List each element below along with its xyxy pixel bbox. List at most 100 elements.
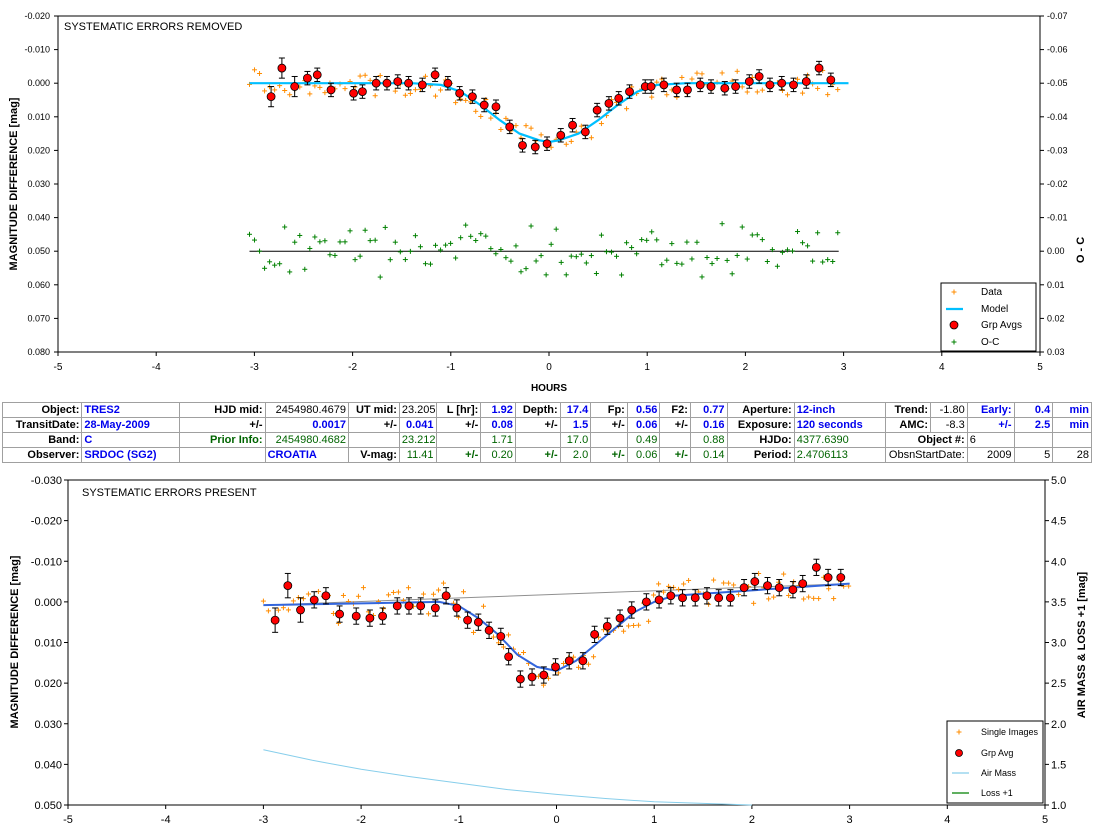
fp-err-value: 0.06 <box>626 417 661 433</box>
y-tick-label: -0.010 <box>24 45 50 55</box>
hjdmid-label: HJD mid: <box>179 402 266 418</box>
x-tick-label: 4 <box>939 362 945 373</box>
x-tick-label: -3 <box>259 814 269 826</box>
amc-value: -8.3 <box>930 417 968 433</box>
y2-tick-label: 0.03 <box>1047 347 1065 357</box>
chart-systematic-errors-removed: -0.020 -0.010 0.000 0.010 0.020 0.03 0 0.040 0.0… <box>8 11 1087 394</box>
y-tick-label: 0.070 <box>27 313 50 323</box>
transit-value: 28-May-2009 <box>81 417 181 433</box>
early-err-unit: min <box>1052 417 1092 433</box>
x-tick-label: -2 <box>356 814 366 826</box>
x-tick-label: -1 <box>446 362 455 373</box>
l-label: L [hr]: <box>435 402 482 418</box>
legend-grp-label: Grp Avgs <box>981 320 1022 331</box>
hjdo-label: HJDo: <box>726 432 795 448</box>
l-err-label: +/- <box>435 417 482 433</box>
y-tick-label: 0.010 <box>27 112 50 122</box>
early-unit: min <box>1052 402 1092 418</box>
amc-label: AMC: <box>885 417 932 433</box>
hjd-err-value: 0.0017 <box>264 417 350 433</box>
y-tick-label: 0.060 <box>27 280 50 290</box>
fp-err-label: +/- <box>590 417 628 433</box>
y2-tick-label: 0.00 <box>1047 246 1065 256</box>
chart-title: SYSTEMATIC ERRORS REMOVED <box>64 21 242 33</box>
f2-err-value: 0.16 <box>689 417 728 433</box>
y2-tick-label: -0.06 <box>1047 45 1068 55</box>
x-tick-label: 1 <box>651 814 657 826</box>
aperture-value: 12-inch <box>793 402 887 418</box>
aperture-label: Aperture: <box>726 402 795 418</box>
band-label: Band: <box>1 432 83 448</box>
x-tick-label: -5 <box>54 362 63 373</box>
y2-axis-label: AIR MASS & LOSS +1 [mag] <box>1076 571 1088 718</box>
x-tick-label: 0 <box>546 362 552 373</box>
empty-cell <box>659 432 691 448</box>
y2-axis-label: O - C <box>1075 237 1087 263</box>
x-tick-label: 0 <box>553 814 559 826</box>
y-tick-label: -0.020 <box>31 516 62 528</box>
y-tick-label: 0.010 <box>34 638 62 650</box>
y-tick-label: -0.010 <box>31 556 62 568</box>
y2-tick-label: -0.07 <box>1047 11 1068 21</box>
y2-tick-label: 3.5 <box>1051 597 1066 609</box>
y2-tick-label: 4.0 <box>1051 556 1066 568</box>
trend-value: -1.80 <box>930 402 968 418</box>
prior-f2: 0.88 <box>689 432 728 448</box>
objnum-value: 6 <box>966 432 1015 448</box>
y-tick-label: 0.080 <box>27 347 50 357</box>
y-tick-label: 0.040 <box>27 213 50 223</box>
legend-oc-label: O-C <box>981 337 999 348</box>
empty-cell <box>348 432 400 448</box>
exposure-label: Exposure: <box>726 417 795 433</box>
prior-label: Prior Info: <box>179 432 266 448</box>
obsn-month: 5 <box>1013 447 1054 463</box>
empty-cell <box>590 432 628 448</box>
x-axis-label: HOURS <box>531 383 567 394</box>
y-tick-label: 0.050 <box>27 246 50 256</box>
y2-tick-label: -0.02 <box>1047 179 1068 189</box>
info-row-1: Object: TRES2 HJD mid: 2454980.4679 UT m… <box>1 402 1092 418</box>
observer-value: SRDOC (SG2) <box>81 447 181 463</box>
plot-area <box>67 479 1046 806</box>
f2-err-label: +/- <box>659 417 691 433</box>
prior-hjd: 2454980.4682 <box>264 432 350 448</box>
x-tick-label: -4 <box>152 362 161 373</box>
f2-label: F2: <box>659 402 691 418</box>
x-tick-label: 2 <box>749 814 755 826</box>
vmag-err-label: +/- <box>435 447 482 463</box>
prior-l: 1.71 <box>480 432 516 448</box>
band-value: C <box>81 432 181 448</box>
y-tick-label: 0.050 <box>34 800 62 812</box>
y-tick-label: -0.020 <box>24 11 50 21</box>
legend-data-label: Data <box>981 287 1003 298</box>
chart-title: SYSTEMATIC ERRORS PRESENT <box>82 487 257 499</box>
x-tick-label: -2 <box>348 362 357 373</box>
y-tick-label: -0.030 <box>31 475 62 487</box>
y-tick-label: 0.000 <box>27 78 50 88</box>
y2-tick-label: 0.02 <box>1047 313 1065 323</box>
legend-loss-label: Loss +1 <box>981 788 1013 798</box>
early-label: Early: <box>966 402 1015 418</box>
object-value: TRES2 <box>81 402 181 418</box>
vmag-err-value: 0.20 <box>480 447 516 463</box>
y2-tick-label: 1.5 <box>1051 759 1066 771</box>
y2-tick-label: 2.5 <box>1051 678 1066 690</box>
y-tick-label: 0.020 <box>27 145 50 155</box>
v3-err-label: +/- <box>590 447 628 463</box>
y2-tick-label: -0.03 <box>1047 145 1068 155</box>
ut-err-label: +/- <box>348 417 400 433</box>
y2-tick-label: 0.01 <box>1047 280 1065 290</box>
obsn-year: 2009 <box>966 447 1015 463</box>
y2-tick-label: 3.0 <box>1051 638 1066 650</box>
y-axis-label: MAGNITUDE DIFFERENCE [mag] <box>9 555 21 728</box>
y-tick-label: 0.030 <box>34 719 62 731</box>
y-tick-label: 0.000 <box>34 597 62 609</box>
observer-label: Observer: <box>1 447 83 463</box>
empty-cell <box>435 432 482 448</box>
empty-cell <box>1013 432 1054 448</box>
depth-value: 17.4 <box>559 402 592 418</box>
x-tick-label: 3 <box>847 814 853 826</box>
info-row-3: Band: C Prior Info: 2454980.4682 23.212 … <box>1 432 1092 448</box>
x-tick-label: -5 <box>63 814 73 826</box>
trend-label: Trend: <box>885 402 932 418</box>
